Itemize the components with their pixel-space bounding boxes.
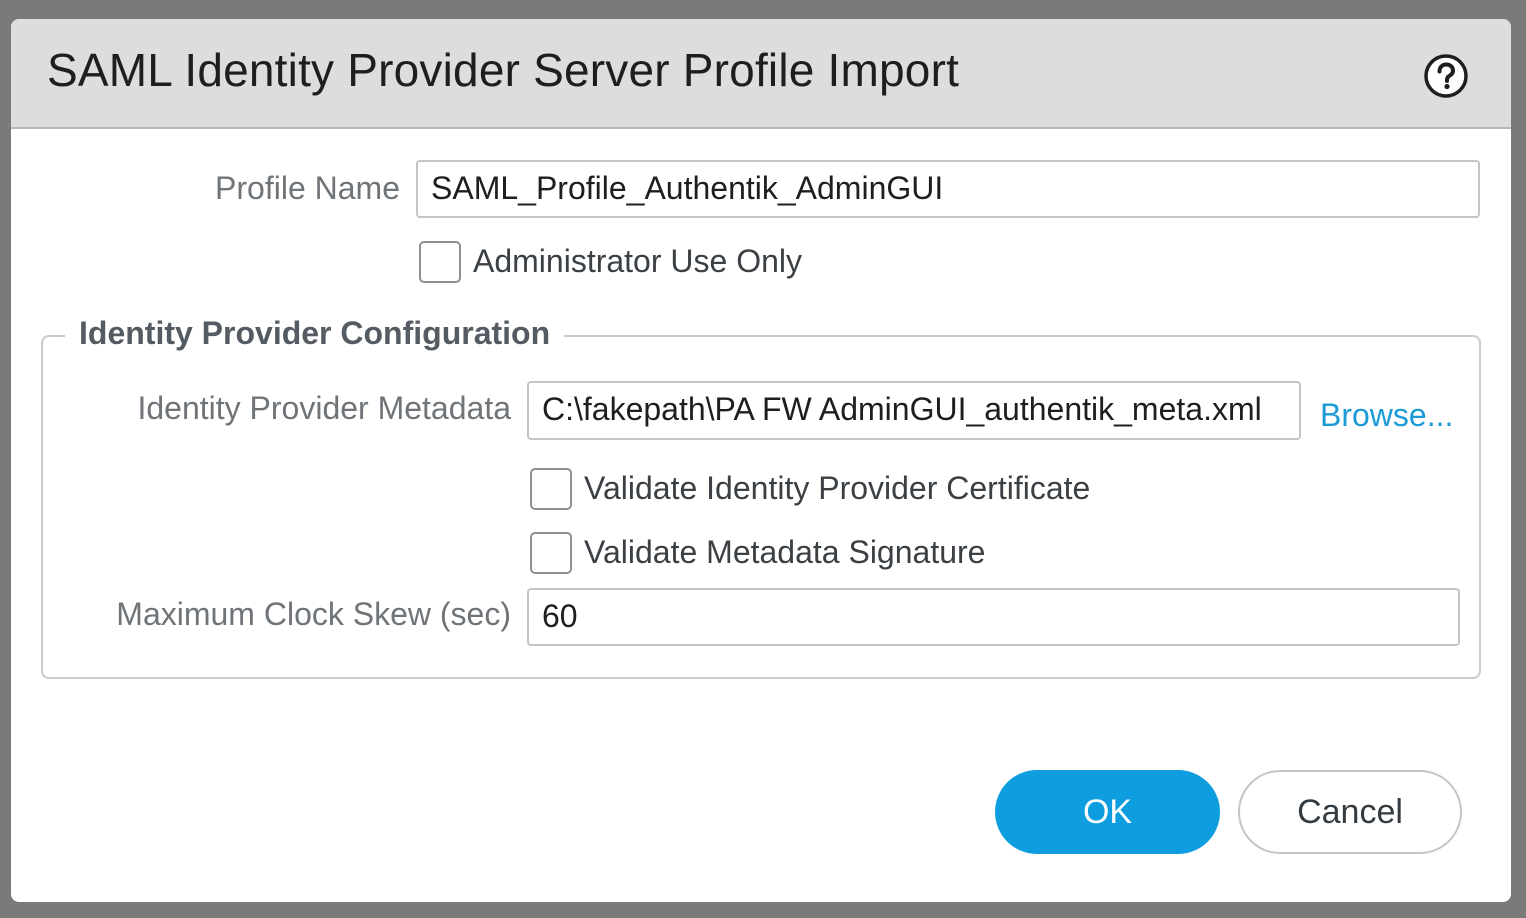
idp-metadata-label: Identity Provider Metadata: [137, 390, 511, 426]
profile-name-input[interactable]: SAML_Profile_Authentik_AdminGUI: [416, 160, 1480, 218]
help-icon[interactable]: [1423, 53, 1469, 99]
import-dialog: SAML Identity Provider Server Profile Im…: [11, 19, 1511, 902]
idp-config-legend: Identity Provider Configuration: [65, 315, 565, 352]
idp-metadata-file-field[interactable]: C:\fakepath\PA FW AdminGUI_authentik_met…: [527, 381, 1301, 440]
validate-idp-cert-checkbox[interactable]: [530, 468, 572, 510]
cancel-button[interactable]: Cancel: [1238, 770, 1462, 854]
ok-button[interactable]: OK: [995, 770, 1220, 854]
clock-skew-label: Maximum Clock Skew (sec): [116, 596, 511, 632]
clock-skew-input[interactable]: 60: [527, 588, 1460, 646]
admin-use-only-label: Administrator Use Only: [473, 243, 802, 279]
dialog-title: SAML Identity Provider Server Profile Im…: [47, 44, 960, 96]
validate-metadata-signature-label: Validate Metadata Signature: [584, 534, 986, 570]
validate-idp-cert-label: Validate Identity Provider Certificate: [584, 470, 1091, 506]
dialog-header: SAML Identity Provider Server Profile Im…: [11, 19, 1511, 129]
validate-metadata-signature-checkbox[interactable]: [530, 532, 572, 574]
admin-use-only-checkbox[interactable]: [419, 241, 461, 283]
browse-link[interactable]: Browse...: [1320, 397, 1453, 434]
profile-name-label: Profile Name: [215, 170, 400, 206]
